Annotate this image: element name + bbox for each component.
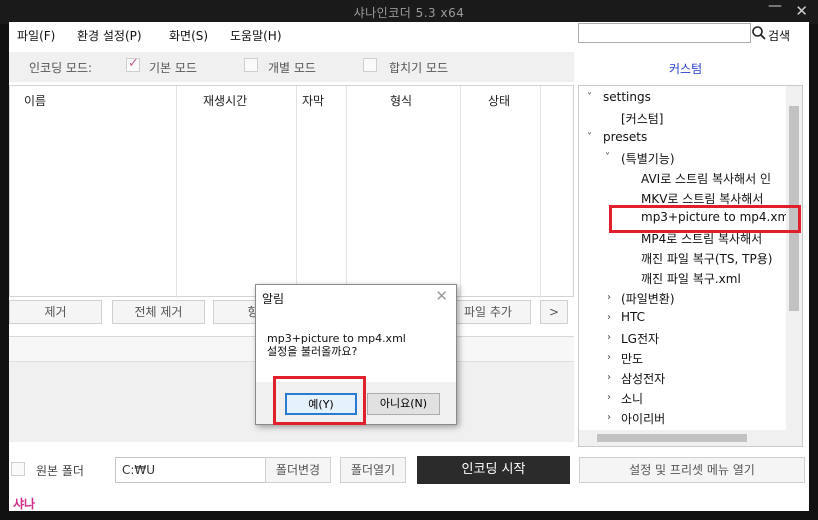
expand-convert-icon[interactable]: › xyxy=(607,292,611,303)
column-subtitle xyxy=(296,86,347,298)
expand-samsung-icon[interactable]: › xyxy=(607,372,611,383)
expand-mando-icon[interactable]: › xyxy=(607,352,611,363)
expand-presets-icon[interactable]: ˅ xyxy=(587,132,592,143)
remove-button[interactable]: 제거 xyxy=(9,300,102,324)
tree-item-lg[interactable]: LG전자 xyxy=(621,330,659,347)
tree-item-htc[interactable]: HTC xyxy=(621,310,645,324)
tree-item-avi-copy[interactable]: AVI로 스트림 복사해서 인 xyxy=(641,170,771,187)
tree-item-custom[interactable]: [커스텀] xyxy=(621,110,663,127)
brand-logo: 샤나 xyxy=(13,497,36,511)
merge-mode-checkbox[interactable] xyxy=(363,58,377,72)
source-folder-checkbox[interactable] xyxy=(11,462,25,476)
preset-tree[interactable]: ˅ settings [커스텀] ˅ presets ˅ (특별기능) AVI로… xyxy=(578,85,803,447)
tree-item-repair-ts[interactable]: 깨진 파일 복구(TS, TP용) xyxy=(641,250,772,267)
expand-lg-icon[interactable]: › xyxy=(607,332,611,343)
tree-item-samsung[interactable]: 삼성전자 xyxy=(621,370,665,387)
basic-mode-checkbox[interactable] xyxy=(126,56,140,72)
file-list[interactable]: 이름 재생시간 자막 형식 상태 xyxy=(9,85,574,298)
column-format xyxy=(346,86,461,298)
basic-mode-label: 기본 모드 xyxy=(149,61,197,75)
window-title: 샤나인코더 5.3 x64 xyxy=(353,6,465,20)
app-window: 샤나인코더 5.3 x64 — ✕ 파일(F) 환경 설정(P) 화면(S) 도… xyxy=(0,0,818,520)
tree-item-convert[interactable]: (파일변환) xyxy=(621,290,675,307)
column-duration xyxy=(176,86,297,298)
dialog-message: mp3+picture to mp4.xml 설정을 불러올까요? xyxy=(267,332,406,358)
open-folder-button[interactable]: 폴더열기 xyxy=(340,457,406,483)
tree-item-presets[interactable]: presets xyxy=(603,130,647,144)
expand-special-icon[interactable]: ˅ xyxy=(605,152,610,163)
title-bar: 샤나인코더 5.3 x64 — ✕ xyxy=(0,0,818,24)
dialog-close-icon[interactable]: ✕ xyxy=(435,287,448,305)
tree-item-special[interactable]: (특별기능) xyxy=(621,150,675,167)
expand-settings-icon[interactable]: ˅ xyxy=(587,92,592,103)
minimize-icon[interactable]: — xyxy=(768,0,782,14)
column-header-name[interactable]: 이름 xyxy=(24,92,46,109)
menu-settings[interactable]: 환경 설정(P) xyxy=(77,27,142,44)
menu-view[interactable]: 화면(S) xyxy=(169,27,208,44)
column-status xyxy=(460,86,541,298)
menu-help[interactable]: 도움말(H) xyxy=(230,27,282,44)
expand-sony-icon[interactable]: › xyxy=(607,392,611,403)
tree-item-settings[interactable]: settings xyxy=(603,90,651,104)
individual-mode-label: 개별 모드 xyxy=(268,61,316,75)
search-input[interactable] xyxy=(578,23,751,43)
merge-mode-label: 합치기 모드 xyxy=(389,61,449,75)
source-folder-label: 원본 폴더 xyxy=(36,464,84,478)
encoding-mode-label: 인코딩 모드: xyxy=(29,61,93,75)
confirm-dialog: 알림 ✕ mp3+picture to mp4.xml 설정을 불러올까요? 예… xyxy=(255,284,457,425)
tree-item-repair[interactable]: 깨진 파일 복구.xml xyxy=(641,270,741,287)
output-path-value: C:₩U xyxy=(122,463,156,477)
add-file-button[interactable]: 파일 추가 xyxy=(445,300,531,324)
change-folder-button[interactable]: 폴더변경 xyxy=(265,457,331,483)
highlight-yes-button xyxy=(273,376,366,425)
close-icon[interactable]: ✕ xyxy=(795,2,808,20)
search-label[interactable]: 검색 xyxy=(768,27,790,44)
presets-menu-button[interactable]: 설정 및 프리셋 메뉴 열기 xyxy=(579,457,805,483)
individual-mode-checkbox[interactable] xyxy=(244,58,258,72)
tree-item-sony[interactable]: 소니 xyxy=(621,390,643,407)
no-button[interactable]: 아니요(N) xyxy=(367,393,440,415)
encoding-mode-bar: 인코딩 모드: 기본 모드 개별 모드 합치기 모드 xyxy=(9,52,574,82)
column-name xyxy=(10,86,177,298)
main-client: 파일(F) 환경 설정(P) 화면(S) 도움말(H) 검색 인코딩 모드: 기… xyxy=(9,22,809,511)
output-path-field[interactable]: C:₩U xyxy=(115,457,268,483)
footer: 샤나 xyxy=(9,495,809,511)
dialog-title: 알림 xyxy=(262,292,285,306)
search-icon[interactable] xyxy=(751,24,767,42)
start-encoding-button[interactable]: 인코딩 시작 xyxy=(417,456,570,484)
dialog-message-line1: mp3+picture to mp4.xml xyxy=(267,332,406,345)
tree-vertical-scrollbar[interactable] xyxy=(786,86,802,430)
expand-iriver-icon[interactable]: › xyxy=(607,412,611,423)
column-header-subtitle[interactable]: 자막 xyxy=(302,92,324,109)
dialog-message-line2: 설정을 불러올까요? xyxy=(267,345,358,358)
menu-file[interactable]: 파일(F) xyxy=(17,27,55,44)
tree-item-iriver[interactable]: 아이리버 xyxy=(621,410,665,427)
custom-preset-link[interactable]: 커스텀 xyxy=(669,60,702,77)
tree-horizontal-scrollbar[interactable] xyxy=(579,430,802,446)
expand-htc-icon[interactable]: › xyxy=(607,312,611,323)
highlight-tree-item xyxy=(609,205,801,233)
tree-hscroll-thumb[interactable] xyxy=(597,434,747,442)
column-header-format[interactable]: 형식 xyxy=(390,92,412,109)
column-header-duration[interactable]: 재생시간 xyxy=(203,92,247,109)
tree-item-mando[interactable]: 만도 xyxy=(621,350,643,367)
more-button[interactable]: > xyxy=(540,300,568,324)
column-header-status[interactable]: 상태 xyxy=(488,92,510,109)
remove-all-button[interactable]: 전체 제거 xyxy=(112,300,205,324)
menu-bar: 파일(F) 환경 설정(P) 화면(S) 도움말(H) 검색 xyxy=(9,22,809,46)
